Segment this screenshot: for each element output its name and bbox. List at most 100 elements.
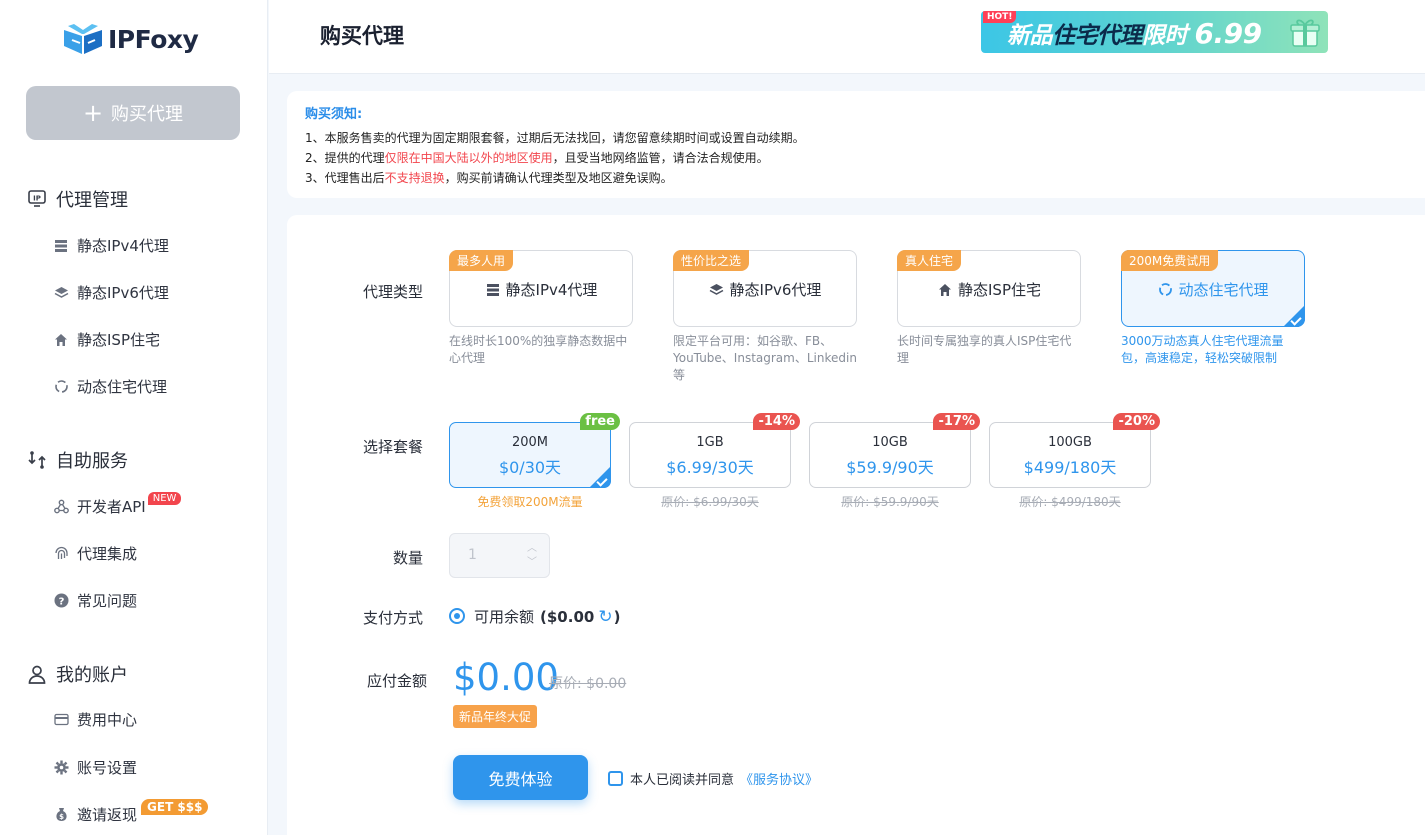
sidebar-item-billing[interactable]: 费用中心 [52,709,137,730]
balance-close: ) [613,607,621,626]
sidebar-item-faq[interactable]: ? 常见问题 [52,590,137,611]
type-tag: 最多人用 [449,250,514,271]
stepper-arrows-icon[interactable]: ︿ ﹀ [527,542,537,570]
type-name: 静态IPv4代理 [505,281,598,299]
plan-label: 选择套餐 [362,438,423,456]
free-trial-button[interactable]: 免费体验 [453,755,588,800]
exchange-icon [26,449,48,471]
sidebar-item-label: 静态ISP住宅 [77,331,160,349]
home-icon [937,282,953,298]
purchase-form: 代理类型 选择套餐 数量 支付方式 应付金额 最多人用 静态IPv4代理 在线时… [287,215,1425,835]
sidebar-item-label: 静态IPv4代理 [77,237,169,255]
plan-sub-200m: 免费领取200M流量 [477,495,583,509]
top-header: 购买代理 HOT! 新品住宅代理限时 6.99 [269,0,1425,74]
type-desc-static-ipv6: 限定平台可用：如谷歌、FB、YouTube、Instagram、Linkedin… [673,334,857,382]
service-agreement-link[interactable]: 《服务协议》 [740,769,818,788]
type-name: 静态ISP住宅 [958,281,1041,299]
type-name: 动态住宅代理 [1178,281,1269,299]
type-tag: 200M免费试用 [1121,250,1219,271]
svg-text:?: ? [58,596,64,607]
type-card-static-ipv6[interactable]: 性价比之选 静态IPv6代理 [673,250,857,327]
type-tag: 真人住宅 [897,250,962,271]
sidebar-item-developer-api[interactable]: 开发者API NEW [52,492,182,517]
type-desc-static-isp: 长时间专属独享的真人ISP住宅代理 [897,334,1072,365]
original-price: 原价: $0.00 [549,676,627,692]
sidebar-item-label: 邀请返现 [77,806,138,824]
plan-price: $0/30天 [498,458,562,477]
sidebar-item-referral[interactable]: $ 邀请返现 GET $$$ [52,798,209,825]
promo-banner[interactable]: HOT! 新品住宅代理限时 6.99 [981,11,1328,53]
sidebar-item-label: 常见问题 [77,592,138,610]
user-icon [26,663,48,685]
promo-price: 6.99 [1194,17,1263,50]
sidebar: IPFoxy + 购买代理 IP 代理管理 静态IPv4代理 静态IPv6代理 … [0,0,268,835]
balance-amount: ($0.00 [540,607,595,626]
notice-line-3-text-end: ，购买前请确认代理类型及地区避免误购。 [444,171,673,185]
plan-sub-100gb: 原价: $499/180天 [1019,495,1121,509]
payment-balance-radio[interactable] [449,608,465,624]
buy-proxy-button[interactable]: + 购买代理 [26,86,240,140]
plan-price: $59.9/90天 [846,458,934,477]
sidebar-item-static-ipv6[interactable]: 静态IPv6代理 [52,282,169,303]
brand-logo[interactable]: IPFoxy [62,22,199,56]
plan-name: 10GB [872,435,908,450]
type-card-dynamic-residential[interactable]: 200M免费试用 动态住宅代理 [1121,250,1305,327]
api-icon [52,498,70,516]
notice-line-2-text-end: ，且受当地网络监管，请合法合规使用。 [552,151,769,165]
plan-card-200m[interactable]: 200M $0/30天 free [449,413,620,488]
plan-card-100gb[interactable]: 100GB $499/180天 -20% [989,413,1160,488]
plan-sub-10gb: 原价: $59.9/90天 [841,495,939,509]
buy-proxy-label: 购买代理 [111,104,184,125]
proxy-type-label: 代理类型 [362,283,423,301]
card-icon [52,711,70,729]
server-icon [485,282,501,298]
group-my-account[interactable]: 我的账户 [26,661,128,687]
new-badge: NEW [147,492,182,505]
agreement: 本人已阅读并同意 《服务协议》 [608,769,818,788]
plan-badge: -14% [753,413,800,430]
type-card-static-isp[interactable]: 真人住宅 静态ISP住宅 [897,250,1081,327]
sidebar-item-proxy-integration[interactable]: 代理集成 [52,543,137,564]
plan-card-10gb[interactable]: 10GB $59.9/90天 -17% [809,413,980,488]
ip-monitor-icon: IP [26,188,48,210]
sidebar-item-label: 代理集成 [77,545,138,563]
purchase-notice: 购买须知: 1、本服务售卖的代理为固定期限套餐，过期后无法找回，请您留意续期时间… [287,91,1425,198]
server-icon [52,237,70,255]
sidebar-item-static-ipv4[interactable]: 静态IPv4代理 [52,235,169,256]
group-self-service[interactable]: 自助服务 [26,447,128,473]
sidebar-item-dynamic-residential[interactable]: 动态住宅代理 [52,376,167,397]
payment-balance-option[interactable]: 可用余额 ($0.00 ↻ ) [474,606,620,627]
plan-badge: free [580,413,620,430]
sidebar-item-label: 静态IPv6代理 [77,284,169,302]
layers-icon [709,282,725,298]
sidebar-item-static-isp[interactable]: 静态ISP住宅 [52,329,160,350]
fingerprint-icon [52,545,70,563]
plan-name: 200M [511,435,549,450]
quantity-label: 数量 [392,549,423,567]
plus-icon: + [82,99,104,127]
type-card-static-ipv4[interactable]: 最多人用 静态IPv4代理 [449,250,633,327]
plan-price: $6.99/30天 [666,458,754,477]
plan-card-1gb[interactable]: 1GB $6.99/30天 -14% [629,413,800,488]
quantity-value: 1 [468,547,477,563]
group-label: 我的账户 [56,665,128,686]
sidebar-item-label: 账号设置 [77,759,138,777]
agree-checkbox[interactable] [608,771,623,786]
promo-text-limited: 限时 [1142,23,1188,49]
svg-text:IP: IP [33,195,41,203]
quantity-stepper[interactable]: 1 ︿ ﹀ [449,533,550,578]
sidebar-item-account-settings[interactable]: 账号设置 [52,757,137,778]
amount-due-label: 应付金额 [366,672,427,690]
group-proxy-management[interactable]: IP 代理管理 [26,186,128,212]
notice-line-2-text: 2、提供的代理 [305,151,385,165]
brand-name: IPFoxy [108,24,199,54]
promo-text-product: 住宅代理 [1052,23,1143,49]
type-desc-dynamic-residential: 3000万动态真人住宅代理流量包，高速稳定，轻松突破限制 [1121,334,1284,365]
promo-text-new: 新品 [1007,23,1053,49]
type-tag: 性价比之选 [673,250,750,271]
refresh-icon[interactable]: ↻ [598,607,612,627]
plan-name: 100GB [1048,435,1092,450]
notice-line-3-highlight: 不支持退换 [384,171,445,185]
gift-box-icon [1290,19,1320,47]
home-icon [52,331,70,349]
